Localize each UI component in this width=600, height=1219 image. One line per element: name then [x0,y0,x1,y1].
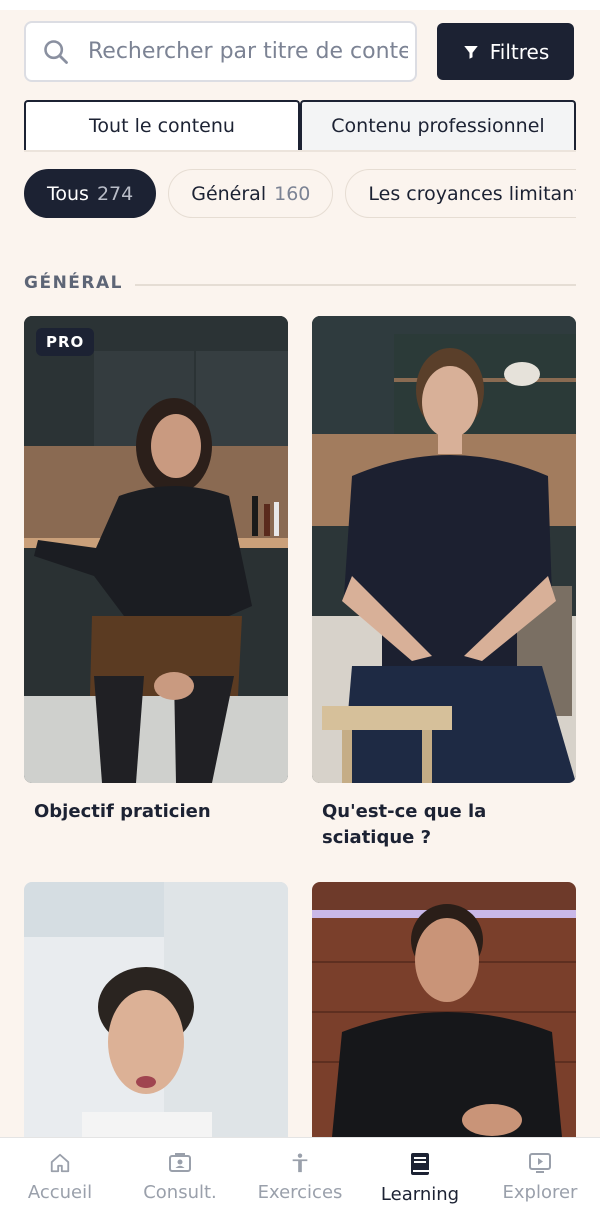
video-thumbnail [312,882,576,1137]
video-card[interactable]: Qu'est-ce que la sciatique ? [312,316,576,851]
section-divider [135,284,576,286]
video-thumbnail-image [312,316,576,783]
person-exercise-icon [292,1153,308,1173]
chip-all-label: Tous [47,182,89,205]
filter-icon [463,45,478,59]
chip-limiting-beliefs[interactable]: Les croyances limitantes [345,169,576,218]
tab-all-content-label: Tout le contenu [89,115,235,137]
book-icon [411,1153,429,1175]
filters-button-label: Filtres [489,39,550,64]
category-chips: Tous 274 Général 160 Les croyances limit… [24,169,576,219]
filters-button[interactable]: Filtres [437,23,574,80]
nav-item-learning[interactable]: Learning [360,1138,480,1219]
nav-item-label: Exercices [257,1182,343,1203]
video-card[interactable]: PRO Objectif praticien [24,316,288,825]
status-bar-area [0,0,600,10]
nav-item-label: Accueil [27,1182,93,1203]
video-thumbnail [312,316,576,783]
chip-general-count: 160 [274,182,311,205]
chip-all-count: 274 [96,182,134,205]
nav-item-label: Explorer [502,1182,578,1203]
pro-badge: PRO [36,328,95,356]
nav-item-explorer[interactable]: Explorer [480,1138,600,1219]
bottom-navigation: Accueil Consult. Exercices Learning Expl… [0,1137,600,1219]
search-field[interactable] [24,21,417,82]
nav-item-exercices[interactable]: Exercices [240,1138,360,1219]
video-thumbnail-image [312,882,576,1137]
video-thumbnail-image [24,316,288,783]
search-icon [44,39,68,64]
tab-all-content[interactable]: Tout le contenu [24,100,300,150]
chip-general-label: Général [191,182,267,205]
video-card[interactable] [312,882,576,1137]
video-thumbnail [24,882,288,1137]
contact-card-icon [169,1153,191,1172]
video-card[interactable] [24,882,288,1137]
video-card-title: Qu'est-ce que la sciatique ? [322,801,487,848]
video-thumbnail-image [24,882,288,1137]
tabs-divider [24,150,576,152]
nav-item-label: Consult. [143,1182,217,1203]
tab-professional-content[interactable]: Contenu professionnel [300,100,576,150]
section-title: GÉNÉRAL [24,273,123,293]
play-screen-icon [529,1153,551,1173]
nav-item-accueil[interactable]: Accueil [0,1138,120,1219]
home-icon [50,1153,70,1173]
tab-professional-content-label: Contenu professionnel [331,115,545,137]
nav-item-label: Learning [380,1184,460,1205]
chip-general[interactable]: Général 160 [168,169,334,218]
search-input[interactable] [88,39,408,64]
chip-all[interactable]: Tous 274 [24,169,157,218]
video-thumbnail: PRO [24,316,288,783]
video-card-title: Objectif praticien [34,801,211,822]
chip-limiting-beliefs-label: Les croyances limitantes [368,182,576,205]
nav-item-consult[interactable]: Consult. [120,1138,240,1219]
